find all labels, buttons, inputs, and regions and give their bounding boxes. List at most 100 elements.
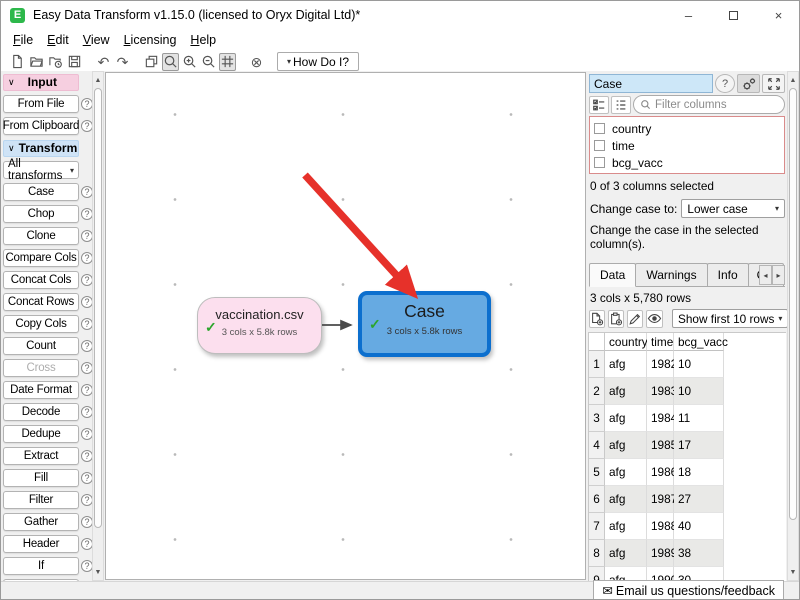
- cell-bcg-vacc[interactable]: 18: [674, 459, 724, 486]
- cell-bcg-vacc[interactable]: 40: [674, 513, 724, 540]
- transform-button-if[interactable]: If: [3, 557, 79, 575]
- how-do-i-button[interactable]: ▾ How Do I?: [277, 52, 359, 71]
- cell-bcg-vacc[interactable]: 30: [674, 567, 724, 581]
- table-row[interactable]: 2 afg 1983 10: [589, 378, 786, 405]
- tab-scroll-right-button[interactable]: ▸: [772, 265, 785, 285]
- cell-time[interactable]: 1984: [647, 405, 674, 432]
- cell-country[interactable]: afg: [605, 513, 647, 540]
- data-preview-table[interactable]: country time bcg_vacc 1 afg 1982 10 2 af…: [588, 332, 786, 581]
- close-button[interactable]: ×: [756, 1, 800, 29]
- menu-help[interactable]: Help: [183, 31, 223, 49]
- cell-country[interactable]: afg: [605, 567, 647, 581]
- zoom-out-button[interactable]: [200, 53, 217, 71]
- menu-licensing[interactable]: Licensing: [117, 31, 184, 49]
- tab-info[interactable]: Info: [707, 263, 749, 286]
- table-row[interactable]: 4 afg 1985 17: [589, 432, 786, 459]
- scrollbar-thumb[interactable]: [94, 88, 102, 528]
- cell-bcg-vacc[interactable]: 17: [674, 432, 724, 459]
- table-row[interactable]: 3 afg 1984 11: [589, 405, 786, 432]
- node-name-field[interactable]: Case: [589, 74, 713, 93]
- minimize-button[interactable]: –: [666, 1, 711, 29]
- checkbox-icon[interactable]: [594, 123, 605, 134]
- change-case-dropdown[interactable]: Lower case ▾: [681, 199, 785, 218]
- checkbox-icon[interactable]: [594, 157, 605, 168]
- transform-button-count[interactable]: Count: [3, 337, 79, 355]
- show-rows-dropdown[interactable]: Show first 10 rows ▾: [672, 309, 787, 328]
- open-recent-button[interactable]: [47, 53, 64, 71]
- column-selection-list[interactable]: country time bcg_vacc: [589, 116, 785, 174]
- transform-button-filter[interactable]: Filter: [3, 491, 79, 509]
- cell-bcg-vacc[interactable]: 38: [674, 540, 724, 567]
- header-country[interactable]: country: [605, 333, 647, 351]
- transform-button-clone[interactable]: Clone: [3, 227, 79, 245]
- edit-values-button[interactable]: [627, 310, 643, 328]
- transform-button-dedupe[interactable]: Dedupe: [3, 425, 79, 443]
- transform-button-extract[interactable]: Extract: [3, 447, 79, 465]
- cell-country[interactable]: afg: [605, 459, 647, 486]
- cell-bcg-vacc[interactable]: 27: [674, 486, 724, 513]
- toggle-grid-button[interactable]: [219, 53, 236, 71]
- tab-data[interactable]: Data: [589, 263, 636, 287]
- cell-bcg-vacc[interactable]: 10: [674, 378, 724, 405]
- flow-canvas[interactable]: vaccination.csv 3 cols x 5.8k rows ✓ Cas…: [105, 72, 586, 580]
- cell-time[interactable]: 1983: [647, 378, 674, 405]
- table-row[interactable]: 6 afg 1987 27: [589, 486, 786, 513]
- redo-button[interactable]: ↷: [114, 53, 131, 71]
- transform-button-chop[interactable]: Chop: [3, 205, 79, 223]
- view-options-button[interactable]: [646, 310, 663, 328]
- cell-time[interactable]: 1988: [647, 513, 674, 540]
- cell-time[interactable]: 1982: [647, 351, 674, 378]
- scrollbar-thumb[interactable]: [789, 88, 797, 520]
- from-clipboard-button[interactable]: From Clipboard: [3, 117, 79, 135]
- cell-country[interactable]: afg: [605, 486, 647, 513]
- maximize-button[interactable]: [711, 1, 756, 29]
- from-file-button[interactable]: From File: [3, 95, 79, 113]
- cell-country[interactable]: afg: [605, 540, 647, 567]
- transform-button-fill[interactable]: Fill: [3, 469, 79, 487]
- column-item-bcg-vacc[interactable]: bcg_vacc: [592, 155, 784, 170]
- cell-bcg-vacc[interactable]: 11: [674, 405, 724, 432]
- undo-button[interactable]: ↶: [95, 53, 112, 71]
- scroll-up-icon[interactable]: ▲: [93, 73, 103, 87]
- new-file-button[interactable]: [9, 53, 26, 71]
- source-node-vaccination-csv[interactable]: vaccination.csv 3 cols x 5.8k rows ✓: [197, 297, 322, 354]
- table-row[interactable]: 7 afg 1988 40: [589, 513, 786, 540]
- sidebar-scrollbar[interactable]: ▲ ▼: [92, 71, 104, 581]
- input-section-header[interactable]: ∨ Input: [3, 74, 79, 91]
- transform-node-case[interactable]: Case 3 cols x 5.8k rows ✓: [358, 291, 491, 357]
- copy-to-clipboard-button[interactable]: [608, 310, 624, 328]
- transform-filter-dropdown[interactable]: All transforms ▾: [3, 161, 79, 179]
- cell-country[interactable]: afg: [605, 405, 647, 432]
- panel-help-button[interactable]: ?: [715, 74, 735, 93]
- select-all-columns-button[interactable]: [589, 96, 609, 114]
- scroll-up-icon[interactable]: ▲: [788, 73, 798, 87]
- email-feedback-button[interactable]: ✉ Email us questions/feedback: [593, 580, 784, 600]
- right-panel-scrollbar[interactable]: ▲ ▼: [787, 71, 799, 581]
- transform-button-date-format[interactable]: Date Format: [3, 381, 79, 399]
- table-row[interactable]: 9 afg 1990 30: [589, 567, 786, 581]
- table-row[interactable]: 8 afg 1989 38: [589, 540, 786, 567]
- duplicate-button[interactable]: [143, 53, 160, 71]
- transform-button-concat-rows[interactable]: Concat Rows: [3, 293, 79, 311]
- zoom-in-button[interactable]: [181, 53, 198, 71]
- transform-button-copy-cols[interactable]: Copy Cols: [3, 315, 79, 333]
- transform-button-concat-cols[interactable]: Concat Cols: [3, 271, 79, 289]
- header-time[interactable]: time: [647, 333, 674, 351]
- transform-section-header[interactable]: ∨ Transform: [3, 140, 79, 157]
- transform-button-gather[interactable]: Gather: [3, 513, 79, 531]
- tab-warnings[interactable]: Warnings: [635, 263, 707, 286]
- open-file-button[interactable]: [28, 53, 45, 71]
- export-file-button[interactable]: [589, 310, 605, 328]
- transform-button-header[interactable]: Header: [3, 535, 79, 553]
- table-row[interactable]: 5 afg 1986 18: [589, 459, 786, 486]
- list-view-button[interactable]: [611, 96, 631, 114]
- column-item-time[interactable]: time: [592, 138, 784, 153]
- column-item-country[interactable]: country: [592, 121, 784, 136]
- transform-button-compare-cols[interactable]: Compare Cols: [3, 249, 79, 267]
- checkbox-icon[interactable]: [594, 140, 605, 151]
- cell-time[interactable]: 1986: [647, 459, 674, 486]
- disconnect-button[interactable]: ⊗: [248, 53, 265, 71]
- transform-button-decode[interactable]: Decode: [3, 403, 79, 421]
- menu-view[interactable]: View: [76, 31, 117, 49]
- table-row[interactable]: 1 afg 1982 10: [589, 351, 786, 378]
